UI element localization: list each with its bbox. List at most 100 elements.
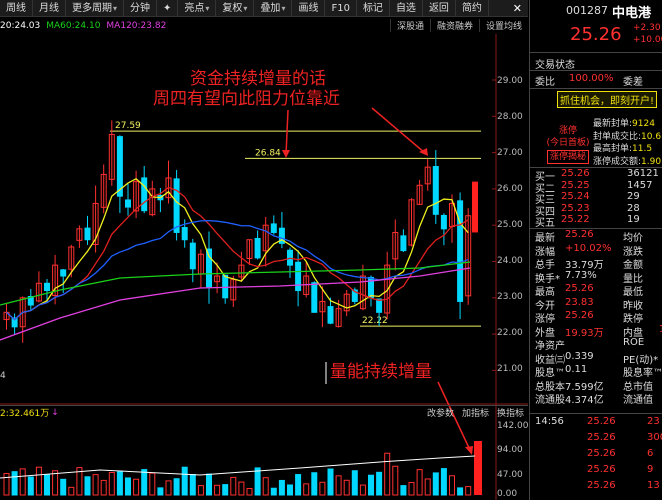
- volume-bar: [100, 479, 107, 496]
- stock-chart-window: 周线 月线 更多周期▾ 分钟 ✦ 亮点▾ 复权▾ 叠加▾ 画线 F10 标记 自选 返回 简约 ✕ 20:2…: [0, 0, 662, 500]
- volume-bar: [311, 472, 318, 496]
- volume-bar: [270, 487, 277, 496]
- volume-bar: [84, 476, 91, 496]
- volume-bar: [303, 483, 310, 496]
- tick-row: 25.26300: [587, 432, 662, 443]
- volume-bar: [125, 477, 131, 496]
- volume-bar: [287, 484, 293, 496]
- stat-row: 涨停 25.26 跌停: [535, 310, 643, 325]
- price-axis-label: 28.00: [497, 112, 523, 122]
- last-price: 25.26: [570, 24, 622, 45]
- volume-bar: [416, 469, 423, 496]
- candle-body: [254, 237, 261, 259]
- volume-bar: [44, 474, 50, 496]
- volume-axis-label: 0.00: [497, 489, 518, 499]
- volume-bar: [440, 468, 447, 496]
- volume-bar: [149, 472, 156, 496]
- limit-up-reveal-button[interactable]: 涨停揭秘: [546, 150, 589, 164]
- tick-row: 14:56 25.26 23: [535, 416, 660, 427]
- stat-row: 最高 25.26 最低: [535, 283, 643, 298]
- tick-row: 25.26 13: [587, 480, 660, 491]
- candle-body: [295, 261, 302, 292]
- volume-bar: [206, 473, 212, 496]
- candle-body: [141, 177, 148, 212]
- volume-bar: [368, 474, 374, 496]
- ma20-line: [6, 220, 469, 321]
- volume-bar: [108, 471, 115, 496]
- weibi-row: 委比 100.00% 委差: [535, 73, 643, 88]
- volume-bar: [278, 479, 285, 496]
- volume-bar: [230, 476, 237, 496]
- volume-bar: [11, 471, 18, 496]
- annotation-volume: 量能持续增量: [330, 362, 432, 382]
- price-axis-label: 29.00: [497, 76, 523, 86]
- latest-candle: [472, 181, 478, 233]
- volume-bar: [343, 479, 350, 496]
- annotation-line1: 资金持续增量的话: [190, 69, 326, 89]
- candle-body: [327, 306, 334, 324]
- volume-indicator-bar: 2:32.461万 ↓ 改参数 加指标 换指标: [0, 405, 528, 419]
- volume-bar: [408, 481, 415, 496]
- candle-body: [189, 242, 196, 270]
- price-axis-label: 25.00: [497, 220, 523, 230]
- order-book-row[interactable]: 买五 25.22 19: [535, 214, 662, 229]
- volume-bar: [449, 475, 455, 496]
- candle-body: [84, 227, 91, 241]
- candle-body: [457, 200, 464, 302]
- volume-axis-label: 94.00: [497, 445, 523, 455]
- candle-body: [400, 235, 407, 252]
- stat-row: 外盘19.93万内盘1: [535, 324, 662, 339]
- stat-row: 今开 23.83 昨收: [535, 296, 643, 312]
- price-axis-label: 26.00: [497, 184, 523, 194]
- volume-bar: [351, 470, 358, 496]
- stat-row: 流通股 4.374亿 流通值: [535, 395, 653, 406]
- volume-bar: [68, 486, 75, 496]
- volume-bar: [3, 473, 10, 496]
- volume-bar: [173, 478, 180, 496]
- volume-bar: [319, 481, 326, 496]
- volume-bar: [295, 474, 302, 496]
- stat-row: 最新 25.26 均价: [535, 229, 643, 244]
- volume-bar: [35, 466, 42, 496]
- volume-bar: [384, 452, 391, 496]
- price-axis-label: 21.00: [497, 364, 523, 374]
- volume-bar: [157, 487, 164, 496]
- tick-row: 25.26 9: [587, 464, 654, 475]
- volume-bar: [465, 486, 472, 496]
- stat-row: 总股本 7.599亿 总市值: [535, 381, 653, 393]
- stat-row: 涨幅 +10.02% 涨跌: [535, 242, 643, 258]
- open-account-promo[interactable]: 抓住机会，即刻开户!: [557, 91, 658, 108]
- stat-row: 股息™ 0.11 股息率™: [535, 364, 662, 379]
- volume-bar: [52, 470, 59, 496]
- price-axis-label: 23.00: [497, 292, 523, 302]
- candle-body: [44, 282, 50, 292]
- volume-bar: [92, 474, 99, 496]
- volume-value: 2:32.461万: [0, 409, 50, 419]
- volume-button-1[interactable]: 加指标: [458, 406, 493, 419]
- candle-body: [311, 282, 318, 313]
- stat-row: 净资产 ROE: [535, 337, 645, 352]
- stock-code: 001287: [566, 4, 608, 17]
- volume-button-0[interactable]: 改参数: [423, 406, 458, 419]
- tick-row: 25.26 6: [587, 448, 654, 459]
- volume-bar: [359, 484, 366, 496]
- volume-bar: [116, 471, 123, 496]
- volume-bar: [141, 469, 148, 496]
- volume-button-2[interactable]: 换指标: [493, 406, 528, 419]
- ma5-line: [6, 177, 469, 321]
- ma60-line: [0, 261, 471, 306]
- volume-bar: [432, 472, 439, 496]
- volume-bar: [327, 468, 334, 496]
- annotation-arrow: [371, 107, 426, 154]
- seal-row: 涨停成交额:1.90: [593, 156, 662, 167]
- volume-ma-line: [0, 455, 476, 479]
- candle-body: [125, 199, 131, 208]
- volume-bar: [424, 478, 431, 496]
- left-edge-digit: 4: [0, 371, 6, 381]
- candle-body: [270, 223, 277, 233]
- seal-row: 最新封单:9124: [593, 119, 655, 129]
- volume-bar: [335, 475, 342, 496]
- candle-body: [181, 227, 188, 241]
- volume-bar: [392, 465, 399, 496]
- volume-axis-label: 142.00: [497, 421, 529, 431]
